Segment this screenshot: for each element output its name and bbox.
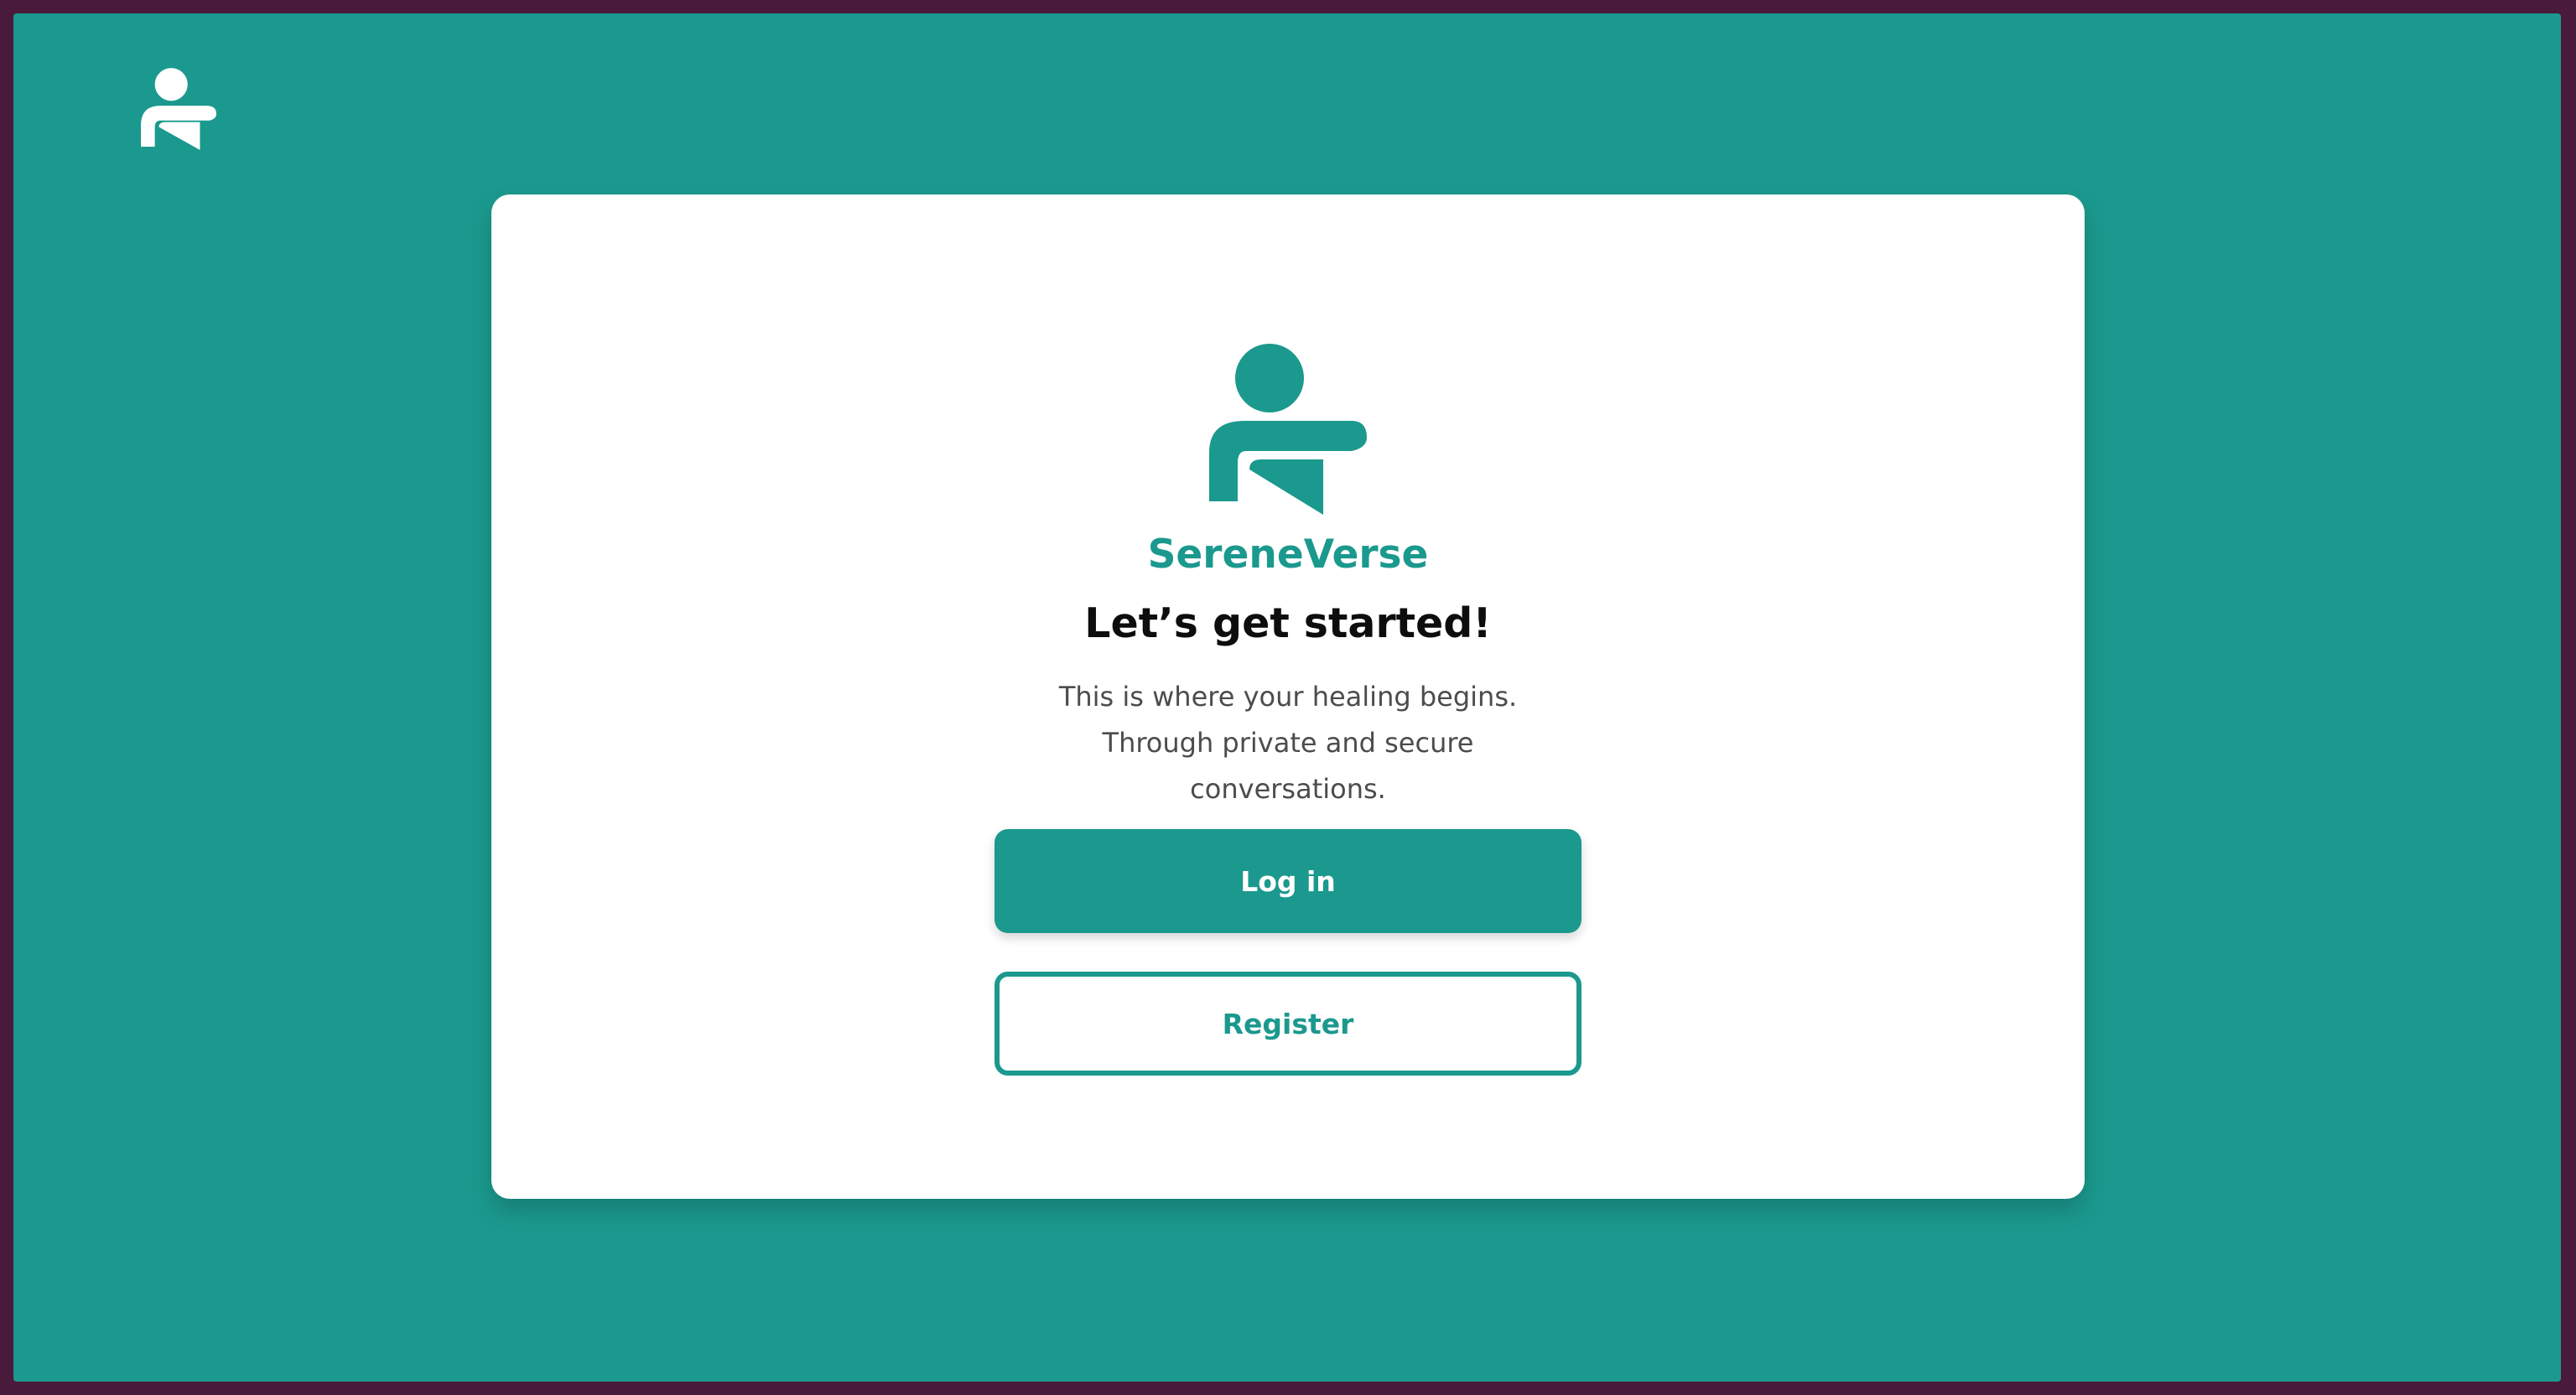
register-button[interactable]: Register (995, 972, 1581, 1076)
welcome-card: SereneVerse Let’s get started! This is w… (491, 194, 2085, 1199)
login-button-label: Log in (1240, 864, 1336, 898)
subtitle-line: This is where your healing begins. (1058, 681, 1518, 713)
welcome-subtitle: This is where your healing begins. Throu… (1020, 674, 1556, 812)
brand-name: SereneVerse (1147, 532, 1429, 578)
login-button[interactable]: Log in (995, 829, 1581, 933)
corner-logo-icon[interactable] (141, 67, 216, 151)
register-button-label: Register (1222, 1007, 1354, 1040)
brand-logo-icon (1209, 344, 1367, 515)
app-window: SereneVerse Let’s get started! This is w… (13, 13, 2561, 1382)
page-title: Let’s get started! (1084, 599, 1492, 647)
subtitle-line: conversations. (1190, 773, 1386, 805)
subtitle-line: Through private and secure (1102, 727, 1474, 759)
